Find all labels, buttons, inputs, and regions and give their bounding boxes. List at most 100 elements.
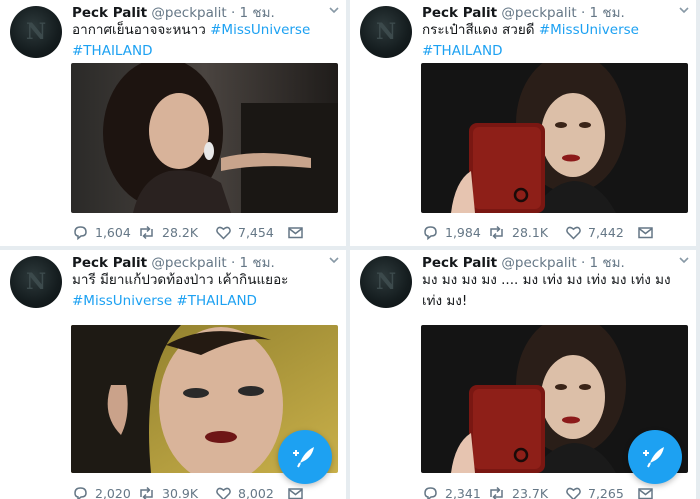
envelope-icon [638, 226, 653, 238]
retweet-count: 28.2K [162, 224, 199, 240]
reply-button[interactable]: 1,604 [72, 221, 131, 243]
retweet-count: 23.7K [512, 485, 549, 499]
timestamp[interactable]: 1 ชม. [240, 5, 275, 21]
retweet-button[interactable]: 30.9K [137, 482, 198, 499]
retweet-icon [490, 486, 503, 499]
reply-count: 1,604 [95, 224, 131, 240]
like-button[interactable]: 8,002 [215, 482, 274, 499]
tweet-body: มง มง มง มง .... มง เท่ง มง เท่ง มง เท่ง… [422, 272, 671, 309]
tweet-actions: 1,984 28.1K 7,442 [422, 221, 684, 243]
retweet-count: 28.1K [512, 224, 549, 240]
reply-icon [424, 225, 437, 240]
tweet-actions: 2,341 23.7K 7,265 [422, 482, 684, 499]
retweet-icon [490, 225, 503, 239]
hashtag-link[interactable]: #THAILAND [422, 43, 503, 59]
separator: · [580, 5, 586, 21]
tweet-photo[interactable] [421, 63, 688, 213]
tweet-actions: 2,020 30.9K 8,002 [72, 482, 334, 499]
tweet-header: Peck Palit @peckpalit · 1 ชม. [422, 251, 684, 271]
like-button[interactable]: 7,442 [565, 221, 624, 243]
like-count: 8,002 [238, 485, 274, 499]
reply-button[interactable]: 2,020 [72, 482, 131, 499]
display-name[interactable]: Peck Palit [422, 255, 497, 271]
timestamp[interactable]: 1 ชม. [240, 255, 275, 271]
user-handle[interactable]: @peckpalit [501, 5, 576, 21]
retweet-icon [140, 225, 153, 239]
tweet-card[interactable]: N Peck Palit @peckpalit · 1 ชม. อากาศเย็… [0, 0, 346, 246]
retweet-button[interactable]: 28.1K [487, 221, 548, 243]
tweet-body: กระเป๋าสีแดง สวยดี [422, 22, 535, 38]
separator: · [230, 5, 236, 21]
user-handle[interactable]: @peckpalit [501, 255, 576, 271]
tweet-header: Peck Palit @peckpalit · 1 ชม. [72, 251, 334, 271]
compose-tweet-icon [293, 447, 314, 468]
hashtag-link[interactable]: #MissUniverse [210, 22, 310, 38]
hashtag-link[interactable]: #THAILAND [72, 43, 153, 59]
envelope-icon [638, 487, 653, 499]
hashtag-link[interactable]: #MissUniverse [539, 22, 639, 38]
tweet-card[interactable]: N Peck Palit @peckpalit · 1 ชม. มารี มีย… [0, 250, 346, 499]
heart-icon [216, 487, 231, 499]
direct-message-button[interactable] [637, 221, 660, 243]
compose-tweet-button[interactable] [628, 430, 682, 484]
display-name[interactable]: Peck Palit [72, 5, 147, 21]
envelope-icon [288, 487, 303, 499]
reply-button[interactable]: 1,984 [422, 221, 481, 243]
tweet-card[interactable]: N Peck Palit @peckpalit · 1 ชม. กระเป๋าส… [350, 0, 696, 246]
timestamp[interactable]: 1 ชม. [590, 255, 625, 271]
tweet-card[interactable]: N Peck Palit @peckpalit · 1 ชม. มง มง มง… [350, 250, 696, 499]
tweet-body: มารี มียาแก้ปวดท้องป่าว เค้ากินแยอะ [72, 272, 289, 288]
direct-message-button[interactable] [637, 482, 660, 499]
display-name[interactable]: Peck Palit [72, 255, 147, 271]
tweet-body: อากาศเย็นอาจจะหนาว [72, 22, 206, 38]
reply-count: 2,020 [95, 485, 131, 499]
heart-icon [566, 487, 581, 499]
retweet-button[interactable]: 28.2K [137, 221, 198, 243]
heart-icon [566, 226, 581, 240]
tweet-text: กระเป๋าสีแดง สวยดี #MissUniverse #THAILA… [422, 20, 690, 62]
avatar[interactable]: N [10, 256, 62, 308]
compose-tweet-icon [643, 447, 664, 468]
direct-message-button[interactable] [287, 221, 310, 243]
tweet-text: มง มง มง มง .... มง เท่ง มง เท่ง มง เท่ง… [422, 270, 690, 312]
tweet-header: Peck Palit @peckpalit · 1 ชม. [422, 1, 684, 21]
hashtag-link[interactable]: #MissUniverse [72, 293, 172, 309]
chevron-down-icon[interactable] [328, 4, 340, 16]
reply-icon [74, 225, 87, 240]
heart-icon [216, 226, 231, 240]
reply-icon [424, 486, 437, 499]
compose-tweet-button[interactable] [278, 430, 332, 484]
reply-count: 1,984 [445, 224, 481, 240]
separator: · [230, 255, 236, 271]
chevron-down-icon[interactable] [678, 4, 690, 16]
retweet-count: 30.9K [162, 485, 199, 499]
timestamp[interactable]: 1 ชม. [590, 5, 625, 21]
reply-button[interactable]: 2,341 [422, 482, 481, 499]
display-name[interactable]: Peck Palit [422, 5, 497, 21]
user-handle[interactable]: @peckpalit [151, 5, 226, 21]
tweet-header: Peck Palit @peckpalit · 1 ชม. [72, 1, 334, 21]
like-count: 7,454 [238, 224, 274, 240]
hashtag-link[interactable]: #THAILAND [176, 293, 257, 309]
avatar[interactable]: N [360, 256, 412, 308]
separator: · [580, 255, 586, 271]
user-handle[interactable]: @peckpalit [151, 255, 226, 271]
chevron-down-icon[interactable] [328, 254, 340, 266]
avatar[interactable]: N [10, 6, 62, 58]
envelope-icon [288, 226, 303, 238]
tweet-text: มารี มียาแก้ปวดท้องป่าว เค้ากินแยอะ #Mis… [72, 270, 340, 312]
like-button[interactable]: 7,265 [565, 482, 624, 499]
tweet-grid: N Peck Palit @peckpalit · 1 ชม. อากาศเย็… [0, 0, 700, 499]
like-button[interactable]: 7,454 [215, 221, 274, 243]
tweet-text: อากาศเย็นอาจจะหนาว #MissUniverse #THAILA… [72, 20, 340, 62]
chevron-down-icon[interactable] [678, 254, 690, 266]
tweet-actions: 1,604 28.2K 7,454 [72, 221, 334, 243]
direct-message-button[interactable] [287, 482, 310, 499]
retweet-button[interactable]: 23.7K [487, 482, 548, 499]
retweet-icon [140, 486, 153, 499]
avatar[interactable]: N [360, 6, 412, 58]
reply-count: 2,341 [445, 485, 481, 499]
tweet-photo[interactable] [71, 63, 338, 213]
like-count: 7,265 [588, 485, 624, 499]
like-count: 7,442 [588, 224, 624, 240]
